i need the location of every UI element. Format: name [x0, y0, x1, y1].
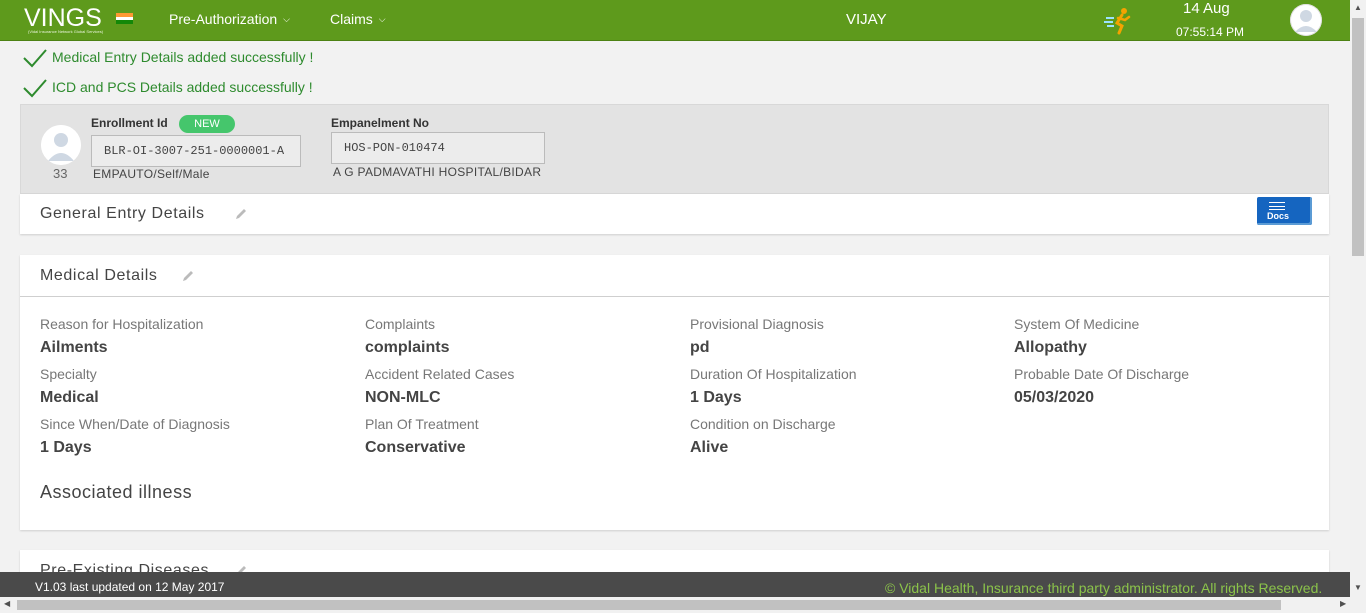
- scroll-left-icon[interactable]: ◀: [4, 599, 10, 608]
- top-navbar: VINGS (Vidal Insurance Network Global Se…: [0, 0, 1350, 41]
- enrollment-id-field[interactable]: BLR-OI-3007-251-0000001-A: [91, 135, 301, 167]
- field-label: Specialty: [40, 366, 97, 382]
- scroll-up-icon[interactable]: ▲: [1354, 3, 1362, 12]
- version-text: V1.03 last updated on 12 May 2017: [35, 580, 225, 594]
- field-value: pd: [690, 339, 710, 356]
- check-icon: [23, 79, 47, 98]
- chevron-down-icon: ⌵: [283, 13, 290, 24]
- divider: [20, 296, 1329, 297]
- field-value: 05/03/2020: [1014, 389, 1095, 406]
- field-label: Provisional Diagnosis: [690, 316, 824, 332]
- empanelment-label: Empanelment No: [331, 116, 430, 130]
- new-badge: NEW: [179, 115, 235, 133]
- member-info-panel: 33 Enrollment Id NEW BLR-OI-3007-251-000…: [20, 104, 1329, 194]
- copyright-text: © Vidal Health, Insurance third party ad…: [885, 580, 1323, 596]
- document-icon: [1269, 202, 1285, 210]
- field-label: Plan Of Treatment: [365, 416, 479, 432]
- field-value: Ailments: [40, 339, 108, 356]
- field-label: Accident Related Cases: [365, 366, 515, 382]
- footer: V1.03 last updated on 12 May 2017 © Vida…: [0, 572, 1350, 597]
- check-icon: [23, 49, 47, 68]
- field-label: Probable Date Of Discharge: [1014, 366, 1190, 382]
- field-label: Duration Of Hospitalization: [690, 366, 857, 382]
- enrollment-sub: EMPAUTO/Self/Male: [93, 167, 210, 181]
- vertical-scrollbar[interactable]: ▲ ▼: [1350, 0, 1366, 597]
- nav-claims[interactable]: Claims ⌵: [330, 11, 386, 27]
- field-value: 1 Days: [40, 439, 92, 456]
- field-value: NON-MLC: [365, 389, 441, 406]
- medical-details-title: Medical Details: [40, 267, 158, 284]
- field-value: Allopathy: [1014, 339, 1087, 356]
- nav-label: Pre-Authorization: [169, 11, 278, 27]
- field-label: Complaints: [365, 316, 436, 332]
- hospital-name: A G PADMAVATHI HOSPITAL/BIDAR: [333, 165, 542, 179]
- vings-logo[interactable]: VINGS (Vidal Insurance Network Global Se…: [24, 3, 108, 37]
- field-value: Alive: [690, 439, 729, 456]
- docs-button-label: Docs: [1267, 211, 1290, 221]
- scrollbar-thumb[interactable]: [17, 600, 1281, 610]
- user-name: VIJAY: [846, 11, 887, 28]
- docs-button[interactable]: Docs: [1257, 197, 1312, 225]
- success-message: ICD and PCS Details added successfully !: [22, 76, 313, 98]
- medical-details-card: Medical Details Reason for Hospitalizati…: [20, 255, 1329, 530]
- success-message: Medical Entry Details added successfully…: [22, 46, 313, 68]
- chevron-down-icon: ⌵: [378, 13, 386, 24]
- user-avatar-icon[interactable]: [1290, 4, 1322, 36]
- enrollment-label: Enrollment Id: [91, 116, 168, 130]
- india-flag-icon: [116, 13, 133, 24]
- field-value: complaints: [365, 339, 450, 356]
- current-date: 14 Aug: [1183, 0, 1230, 17]
- general-entry-card: General Entry Details Docs: [20, 194, 1329, 234]
- success-message-text: ICD and PCS Details added successfully !: [52, 79, 313, 95]
- member-avatar-icon: [41, 125, 81, 165]
- field-label: Since When/Date of Diagnosis: [40, 416, 230, 432]
- nav-label: Claims: [330, 11, 373, 27]
- current-time: 07:55:14 PM: [1176, 25, 1245, 39]
- member-age: 33: [53, 166, 68, 181]
- field-value: 1 Days: [690, 389, 742, 406]
- success-message-text: Medical Entry Details added successfully…: [52, 49, 314, 65]
- associated-illness-title: Associated illness: [40, 482, 193, 502]
- scroll-right-icon[interactable]: ▶: [1340, 599, 1346, 608]
- empanelment-no-field[interactable]: HOS-PON-010474: [331, 132, 545, 164]
- field-label: Reason for Hospitalization: [40, 316, 204, 332]
- field-value: Medical: [40, 389, 99, 406]
- edit-pencil-icon[interactable]: [234, 207, 248, 221]
- field-value: Conservative: [365, 439, 466, 456]
- general-entry-title: General Entry Details: [40, 205, 205, 222]
- scroll-down-icon[interactable]: ▼: [1354, 583, 1362, 592]
- field-label: Condition on Discharge: [690, 416, 836, 432]
- nav-pre-authorization[interactable]: Pre-Authorization ⌵: [169, 11, 290, 27]
- field-label: System Of Medicine: [1014, 316, 1140, 332]
- scrollbar-thumb[interactable]: [1352, 18, 1364, 256]
- runner-icon[interactable]: [1104, 6, 1134, 36]
- edit-pencil-icon[interactable]: [181, 269, 195, 283]
- horizontal-scrollbar[interactable]: ◀ ▶: [0, 597, 1366, 613]
- logo-subtitle: (Vidal Insurance Network Global Services…: [28, 29, 104, 34]
